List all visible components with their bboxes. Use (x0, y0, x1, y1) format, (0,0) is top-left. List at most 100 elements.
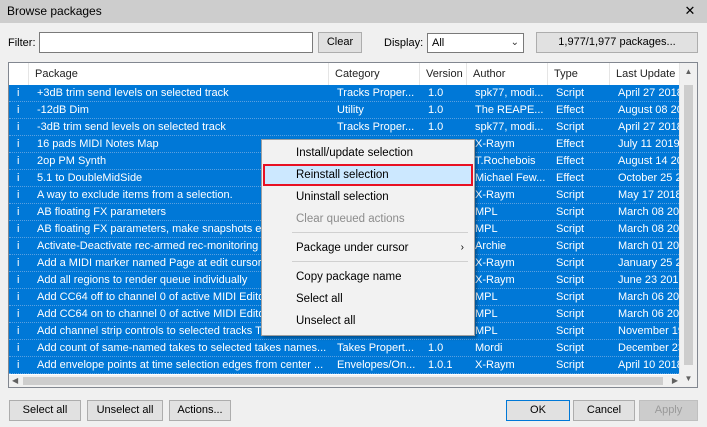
cell-type: Script (556, 223, 585, 235)
cell-type: Script (556, 342, 585, 354)
column-header-flag[interactable] (9, 63, 29, 85)
filter-input[interactable] (39, 32, 313, 53)
hscroll-thumb[interactable] (23, 377, 663, 385)
cell-version: 1.0 (428, 87, 444, 99)
vertical-scrollbar[interactable]: ▲ ▼ (679, 63, 697, 387)
column-header-author[interactable]: Author (467, 63, 548, 85)
cell-type: Script (556, 121, 585, 133)
package-count-button[interactable]: 1,977/1,977 packages... (536, 32, 698, 53)
unselect-all-button[interactable]: Unselect all (87, 400, 163, 421)
display-label: Display: (384, 37, 424, 49)
actions-button[interactable]: Actions... (169, 400, 231, 421)
cell-type: Script (556, 189, 585, 201)
cell-flag: i (17, 240, 20, 252)
cell-type: Script (556, 308, 585, 320)
table-row[interactable]: i Add envelope points at time selection e… (9, 357, 681, 374)
cell-author: Archie (475, 240, 507, 252)
cell-updated: March 08 201 (618, 206, 681, 218)
cell-type: Script (556, 257, 585, 269)
cell-type: Script (556, 359, 585, 371)
cell-flag: i (17, 121, 20, 133)
cell-author: MPL (475, 291, 498, 303)
cell-flag: i (17, 359, 20, 371)
cell-updated: June 23 2017 (618, 274, 681, 286)
cell-flag: i (17, 138, 20, 150)
cell-version: 1.0 (428, 342, 444, 354)
cell-category: Tracks Proper... (337, 121, 415, 133)
cell-type: Script (556, 87, 585, 99)
cell-category: Utility (337, 104, 364, 116)
cell-type: Effect (556, 104, 584, 116)
cell-version: 1.0 (428, 121, 444, 133)
menu-item-clear-queued: Clear queued actions (296, 213, 405, 225)
clear-button[interactable]: Clear (318, 32, 362, 53)
filter-label: Filter: (8, 37, 36, 49)
cell-author: X-Raym (475, 359, 515, 371)
select-all-button[interactable]: Select all (9, 400, 81, 421)
cell-author: The REAPE... (475, 104, 544, 116)
table-row[interactable]: i -3dB trim send levels on selected track… (9, 119, 681, 136)
menu-item-package-under-cursor[interactable]: Package under cursor › (262, 238, 474, 258)
cell-updated: November 19 (618, 325, 681, 337)
close-icon[interactable]: ✕ (673, 0, 707, 23)
ok-button[interactable]: OK (506, 400, 570, 421)
display-select[interactable]: All ⌄ (427, 33, 524, 53)
cell-updated: January 25 2 (618, 257, 681, 269)
cell-flag: i (17, 189, 20, 201)
cell-updated: April 27 2018 (618, 121, 681, 133)
cell-author: X-Raym (475, 274, 515, 286)
cell-updated: March 06 201 (618, 308, 681, 320)
column-header-version[interactable]: Version (420, 63, 467, 85)
cell-flag: i (17, 308, 20, 320)
cell-type: Script (556, 325, 585, 337)
cell-author: MPL (475, 223, 498, 235)
list-header: Package ⌃ Category Version Author Type L… (9, 63, 681, 86)
cell-updated: April 10 2018 (618, 359, 681, 371)
scroll-thumb[interactable] (684, 85, 693, 365)
cell-type: Script (556, 240, 585, 252)
cell-flag: i (17, 206, 20, 218)
column-header-type[interactable]: Type (548, 63, 610, 85)
menu-item-install-update[interactable]: Install/update selection (262, 143, 474, 163)
horizontal-scrollbar[interactable]: ◀ ▶ (9, 375, 681, 387)
menu-item-unselect-all[interactable]: Unselect all (262, 311, 474, 331)
cell-package: Add envelope points at time selection ed… (37, 359, 324, 371)
cell-type: Script (556, 206, 585, 218)
menu-item-copy-package-name[interactable]: Copy package name (262, 267, 474, 287)
cancel-button[interactable]: Cancel (573, 400, 635, 421)
cell-package: Add count of same-named takes to selecte… (37, 342, 327, 354)
chevron-right-icon: › (460, 242, 464, 253)
cell-author: MPL (475, 325, 498, 337)
table-row[interactable]: i -12dB Dim Utility 1.0 The REAPE... Effect Au… (9, 102, 681, 119)
cell-author: spk77, modi... (475, 87, 544, 99)
cell-updated: October 25 2 (618, 172, 681, 184)
scroll-left-icon[interactable]: ◀ (12, 375, 18, 387)
cell-author: X-Raym (475, 257, 515, 269)
table-row[interactable]: i Add count of same-named takes to select… (9, 340, 681, 357)
display-select-value: All (432, 37, 445, 49)
cell-flag: i (17, 274, 20, 286)
menu-separator (292, 232, 468, 233)
scroll-up-icon[interactable]: ▲ (680, 63, 697, 80)
scroll-down-icon[interactable]: ▼ (680, 370, 697, 387)
menu-separator (292, 261, 468, 262)
cell-author: X-Raym (475, 138, 515, 150)
cell-author: T.Rochebois (475, 155, 536, 167)
cell-package: +3dB trim send levels on selected track (37, 87, 229, 99)
column-header-last-update[interactable]: Last Update (610, 63, 681, 85)
table-row[interactable]: i +3dB trim send levels on selected track… (9, 85, 681, 102)
scroll-right-icon[interactable]: ▶ (672, 375, 678, 387)
apply-button: Apply (639, 400, 698, 421)
cell-author: MPL (475, 206, 498, 218)
cell-flag: i (17, 325, 20, 337)
menu-item-reinstall[interactable]: Reinstall selection (263, 164, 473, 186)
cell-type: Script (556, 291, 585, 303)
context-menu: Install/update selection Reinstall selec… (261, 139, 475, 336)
cell-flag: i (17, 104, 20, 116)
menu-item-uninstall[interactable]: Uninstall selection (262, 187, 474, 207)
cell-updated: December 23 (618, 342, 681, 354)
column-header-category[interactable]: Category (329, 63, 420, 85)
cell-package: -12dB Dim (37, 104, 89, 116)
cell-type: Effect (556, 155, 584, 167)
menu-item-select-all[interactable]: Select all (262, 289, 474, 309)
